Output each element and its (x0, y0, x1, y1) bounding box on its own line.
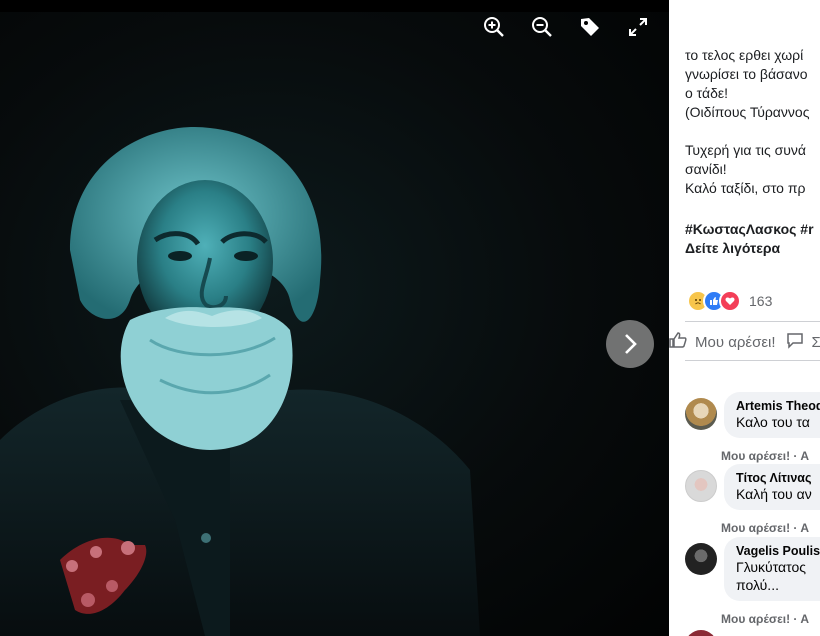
next-photo-button[interactable] (606, 320, 654, 368)
reaction-summary[interactable]: 163 (687, 290, 772, 312)
photo-viewer[interactable] (0, 0, 669, 636)
comment-actions[interactable]: Μου αρέσει! · Α (721, 612, 809, 626)
comment-bubble: Vagelis Poulis Γλυκύτατος πολύ... (724, 537, 820, 601)
tag-icon[interactable] (577, 14, 603, 40)
like-icon[interactable] (669, 331, 687, 353)
comment-button[interactable]: Σ (812, 334, 820, 351)
avatar[interactable] (685, 398, 717, 430)
post-line: (Οιδίπους Τύραννος (685, 104, 810, 120)
commenter-name[interactable]: Τίτος Λίτινας (736, 471, 820, 485)
see-less-link[interactable]: Δείτε λιγότερα (685, 240, 780, 256)
post-line: γνωρίσει το βάσανο (685, 66, 808, 82)
comment-icon[interactable] (786, 331, 804, 353)
post-body: το τελος ερθει χωρί γνωρίσει το βάσανο ο… (685, 46, 820, 198)
avatar[interactable] (685, 470, 717, 502)
like-button[interactable]: Μου αρέσει! (695, 334, 776, 351)
post-sidebar: το τελος ερθει χωρί γνωρίσει το βάσανο ο… (669, 0, 820, 636)
commenter-name[interactable]: Vagelis Poulis (736, 544, 820, 558)
comment-bubble: Τίτος Λίτινας Καλή του αν (724, 464, 820, 510)
comment-text: Γλυκύτατος (736, 559, 806, 575)
post-actions: Μου αρέσει! Σ (669, 331, 820, 353)
divider (685, 321, 820, 322)
zoom-out-icon[interactable] (529, 14, 555, 40)
photo-image (0, 127, 480, 636)
commenter-name[interactable]: Artemis Theod (736, 399, 820, 413)
comment-text-continued: πολύ... (736, 577, 779, 593)
photo-top-edge (0, 0, 669, 12)
post-hashtags[interactable]: #ΚωσταςΛασκος #r (685, 221, 814, 237)
fullscreen-icon[interactable] (625, 14, 651, 40)
comment-actions[interactable]: Μου αρέσει! · Α (721, 521, 809, 535)
post-line: ο τάδε! (685, 85, 729, 101)
photo-toolbar (481, 14, 651, 40)
comment-bubble: Artemis Theod Καλο του τα (724, 392, 820, 438)
post-line: Καλό ταξίδι, στο πρ (685, 180, 806, 196)
comment-actions[interactable]: Μου αρέσει! · Α (721, 449, 809, 463)
avatar[interactable] (685, 630, 717, 636)
chevron-right-icon (625, 334, 637, 354)
avatar[interactable] (685, 543, 717, 575)
love-reaction-icon (719, 290, 741, 312)
post-line: Τυχερή για τις συνά (685, 142, 806, 158)
divider (685, 360, 820, 361)
comment-text: Καλή του αν (736, 486, 812, 502)
reaction-count: 163 (749, 293, 773, 309)
post-line-spacer (685, 122, 820, 141)
post-line: το τελος ερθει χωρί (685, 47, 804, 63)
comment-text: Καλο του τα (736, 414, 810, 430)
zoom-in-icon[interactable] (481, 14, 507, 40)
post-line: σανίδι! (685, 161, 727, 177)
